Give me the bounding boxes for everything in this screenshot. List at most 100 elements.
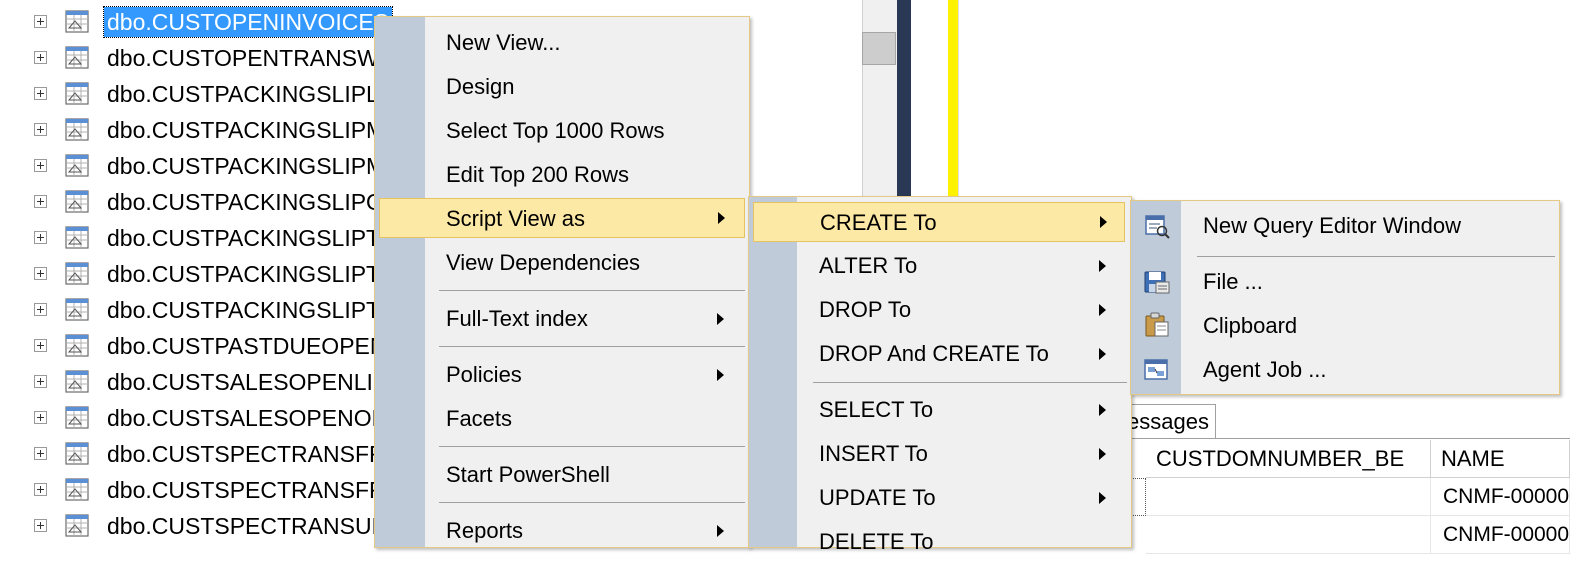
menu-item-full-text-index[interactable]: Full-Text index <box>433 299 745 339</box>
view-icon <box>65 118 91 142</box>
tree-item-label[interactable]: dbo.CUSTSPECTRANSFRO <box>104 439 407 469</box>
column-header-custdomnumber[interactable]: CUSTDOMNUMBER_BE <box>1146 440 1431 478</box>
save-file-icon <box>1144 271 1170 294</box>
script-view-as-submenu: CREATE To ALTER To DROP To DROP And CREA… <box>748 196 1132 554</box>
tree-item[interactable]: dbo.CUSTSALESOPENLIN <box>0 364 390 400</box>
view-icon <box>65 262 91 286</box>
menu-item-label: Select Top 1000 Rows <box>446 118 665 143</box>
expand-plus-icon[interactable] <box>34 483 47 496</box>
expand-plus-icon[interactable] <box>34 375 47 388</box>
tree-item[interactable]: dbo.CUSTPACKINGSLIPM <box>0 112 385 148</box>
tree-item-label[interactable]: dbo.CUSTOPENINVOICES <box>102 6 394 38</box>
menu-item-select-to[interactable]: SELECT To <box>807 390 1125 430</box>
tree-item-label[interactable]: dbo.CUSTPACKINGSLIPM <box>104 115 388 145</box>
tree-item[interactable]: dbo.CUSTOPENINVOICES <box>0 4 394 40</box>
menu-item-new-view[interactable]: New View... <box>433 23 733 63</box>
tree-item[interactable]: dbo.CUSTPACKINGSLIPTI <box>0 292 387 328</box>
menu-item-create-to[interactable]: CREATE To <box>753 202 1125 242</box>
menu-item-label: Agent Job ... <box>1203 357 1327 382</box>
expand-plus-icon[interactable] <box>34 87 47 100</box>
menu-item-new-query-editor-window[interactable]: New Query Editor Window <box>1135 206 1555 246</box>
tree-item-label[interactable]: dbo.CUSTPACKINGSLIPO <box>104 187 387 217</box>
tree-item-label[interactable]: dbo.CUSTPACKINGSLIPTI <box>104 295 390 325</box>
column-header-name[interactable]: NAME <box>1431 440 1570 478</box>
menu-item-facets[interactable]: Facets <box>433 399 733 439</box>
menu-item-label: New Query Editor Window <box>1203 213 1461 238</box>
tree-item[interactable]: dbo.CUSTPACKINGSLIPO <box>0 184 384 220</box>
expand-plus-icon[interactable] <box>34 519 47 532</box>
menu-item-label: ALTER To <box>819 253 918 278</box>
menu-item-delete-to[interactable]: DELETE To <box>807 522 1125 562</box>
grid-cell[interactable] <box>1146 478 1431 516</box>
view-icon <box>65 190 91 214</box>
menu-item-file[interactable]: File ... <box>1135 262 1555 302</box>
tab-messages[interactable]: essages <box>1128 404 1216 438</box>
submenu-arrow-icon <box>1099 348 1106 360</box>
menu-item-view-dependencies[interactable]: View Dependencies <box>433 243 733 283</box>
tab-messages-label: essages <box>1128 409 1209 434</box>
menu-item-edit-top-200[interactable]: Edit Top 200 Rows <box>433 155 733 195</box>
grid-cell[interactable] <box>1146 516 1431 554</box>
tree-item-label[interactable]: dbo.CUSTSALESOPENORI <box>104 403 398 433</box>
tree-item-label[interactable]: dbo.CUSTOPENTRANSWI <box>104 43 388 73</box>
tree-item[interactable]: dbo.CUSTOPENTRANSWI <box>0 40 385 76</box>
tree-item-label[interactable]: dbo.CUSTPACKINGSLIPM <box>104 151 388 181</box>
menu-item-script-view-as[interactable]: Script View as <box>379 198 745 238</box>
menu-item-label: File ... <box>1203 269 1263 294</box>
menu-item-select-top-1000[interactable]: Select Top 1000 Rows <box>433 111 733 151</box>
menu-item-reports[interactable]: Reports <box>433 511 745 551</box>
expand-plus-icon[interactable] <box>34 303 47 316</box>
expand-plus-icon[interactable] <box>34 411 47 424</box>
expand-plus-icon[interactable] <box>34 267 47 280</box>
menu-item-design[interactable]: Design <box>433 67 733 107</box>
tree-item[interactable]: dbo.CUSTPASTDUEOPEN <box>0 328 386 364</box>
tree-item-label[interactable]: dbo.CUSTPASTDUEOPEN <box>104 331 389 361</box>
menu-item-label: Design <box>446 74 515 99</box>
submenu-arrow-icon <box>717 525 724 537</box>
tree-item-label[interactable]: dbo.CUSTSALESOPENLIN <box>104 367 393 397</box>
tree-item[interactable]: dbo.CUSTSPECTRANSFRO <box>0 436 404 472</box>
expand-plus-icon[interactable] <box>34 51 47 64</box>
menu-item-start-powershell[interactable]: Start PowerShell <box>433 455 733 495</box>
menu-item-label: DROP And CREATE To <box>819 341 1049 366</box>
submenu-arrow-icon <box>717 369 724 381</box>
view-icon <box>65 154 91 178</box>
scrollbar-thumb[interactable] <box>862 32 896 65</box>
tree-item-label[interactable]: dbo.CUSTSPECTRANSFRO <box>104 475 407 505</box>
tree-item[interactable]: dbo.CUSTSPECTRANSUN <box>0 508 388 544</box>
menu-item-drop-to[interactable]: DROP To <box>807 290 1125 330</box>
grid-cell[interactable]: CNMF-00000 <box>1431 478 1570 516</box>
change-marker <box>948 0 958 210</box>
tree-item[interactable]: dbo.CUSTPACKINGSLIPLA <box>0 76 394 112</box>
tree-item[interactable]: dbo.CUSTPACKINGSLIPTI <box>0 256 387 292</box>
menu-item-insert-to[interactable]: INSERT To <box>807 434 1125 474</box>
menu-item-label: Facets <box>446 406 513 431</box>
tree-item[interactable]: dbo.CUSTSPECTRANSFRO <box>0 472 404 508</box>
expand-plus-icon[interactable] <box>34 15 47 28</box>
menu-item-label: INSERT To <box>819 441 928 466</box>
expand-plus-icon[interactable] <box>34 231 47 244</box>
menu-item-agent-job[interactable]: Agent Job ... <box>1135 350 1555 390</box>
grid-cell[interactable]: CNMF-00000 <box>1431 516 1570 554</box>
menu-item-policies[interactable]: Policies <box>433 355 745 395</box>
tree-item-label[interactable]: dbo.CUSTPACKINGSLIPTI <box>104 223 390 253</box>
expand-plus-icon[interactable] <box>34 447 47 460</box>
menu-item-drop-and-create-to[interactable]: DROP And CREATE To <box>807 334 1125 374</box>
menu-separator <box>439 446 745 447</box>
expand-plus-icon[interactable] <box>34 195 47 208</box>
menu-item-label: New View... <box>446 30 561 55</box>
tree-item-label[interactable]: dbo.CUSTPACKINGSLIPLA <box>104 79 397 109</box>
menu-item-update-to[interactable]: UPDATE To <box>807 478 1125 518</box>
menu-item-alter-to[interactable]: ALTER To <box>807 246 1125 286</box>
expand-plus-icon[interactable] <box>34 159 47 172</box>
expand-plus-icon[interactable] <box>34 123 47 136</box>
tree-item[interactable]: dbo.CUSTPACKINGSLIPM <box>0 148 385 184</box>
tree-item-label[interactable]: dbo.CUSTPACKINGSLIPTI <box>104 259 390 289</box>
tree-item[interactable]: dbo.CUSTSALESOPENORI <box>0 400 395 436</box>
tree-item-label[interactable]: dbo.CUSTSPECTRANSUN <box>104 511 391 541</box>
menu-item-clipboard[interactable]: Clipboard <box>1135 306 1555 346</box>
tree-item[interactable]: dbo.CUSTPACKINGSLIPTI <box>0 220 387 256</box>
expand-plus-icon[interactable] <box>34 339 47 352</box>
menu-item-label: Script View as <box>446 206 585 231</box>
menu-item-label: SELECT To <box>819 397 934 422</box>
